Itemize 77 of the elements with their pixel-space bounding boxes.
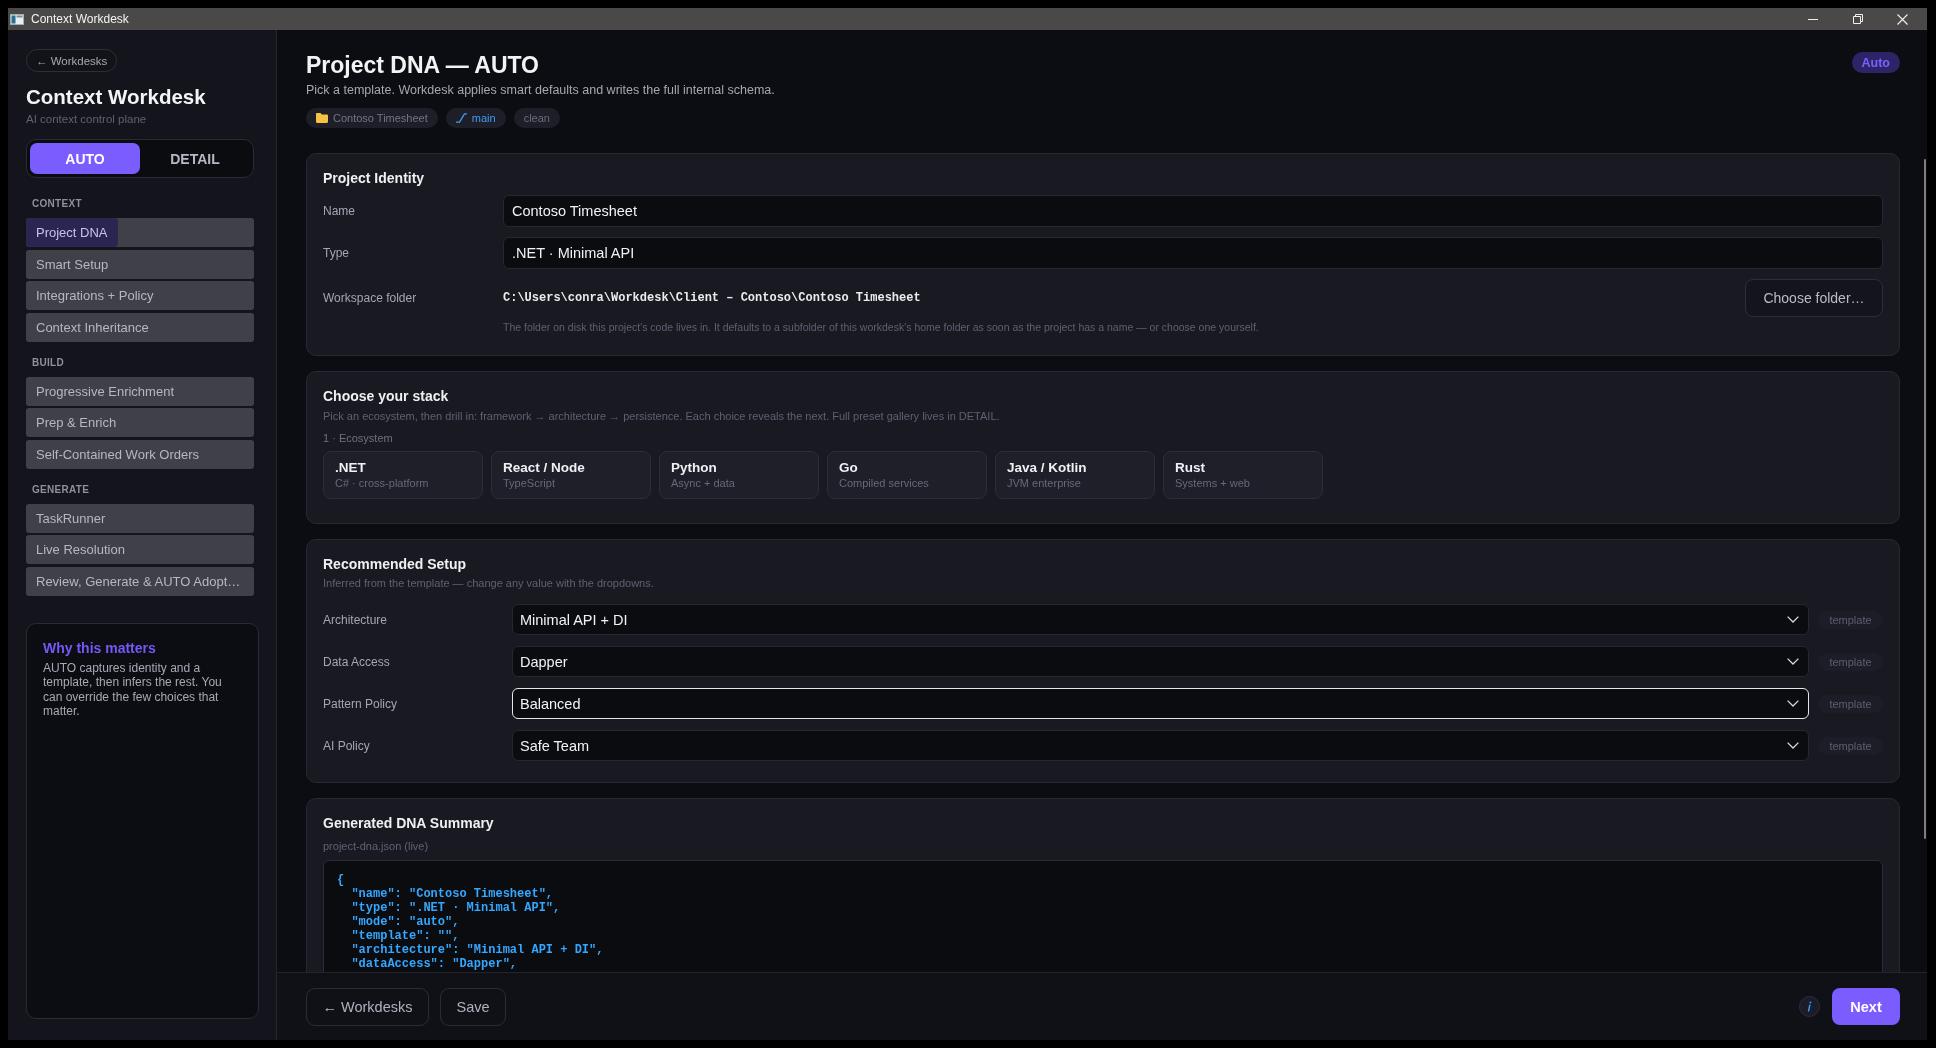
dropdown[interactable]: Minimal API + DI [512, 604, 1809, 635]
card-subtitle: Pick an ecosystem, then drill in: framework → architecture → persistence. Each choice reveals the next. Full preset gallery lives in DETAIL. [323, 408, 1001, 423]
app-title: Context Workdesk [26, 85, 207, 109]
chevron-down-icon [1787, 742, 1799, 749]
card-title: Project Identity [323, 169, 426, 187]
stack-option[interactable]: React / Node TypeScript [491, 450, 651, 499]
tag-label: Contoso Timesheet [333, 111, 428, 124]
field-label: Workspace folder [323, 291, 418, 305]
step-label: 1 · Ecosystem [323, 430, 394, 445]
sidebar-item[interactable]: Smart Setup [26, 249, 254, 279]
field-label: Name [323, 204, 356, 218]
next-button[interactable]: Next [1832, 988, 1900, 1025]
mode-badge: Auto [1851, 52, 1900, 73]
branch-icon [455, 112, 467, 123]
stack-option[interactable]: Rust Systems + web [1163, 450, 1323, 499]
sidebar-item[interactable]: Context Inheritance [26, 312, 254, 342]
app-subtitle: AI context control plane [26, 112, 148, 126]
close-icon[interactable] [1897, 13, 1908, 25]
status-tag: clean [513, 107, 560, 128]
field-label: Architecture [323, 612, 389, 627]
text-field[interactable]: Contoso Timesheet [503, 195, 1883, 227]
dropdown[interactable]: Balanced [512, 688, 1809, 719]
sidebar-item[interactable]: Live Resolution [26, 535, 254, 564]
app-icon [10, 13, 24, 25]
chevron-down-icon [1787, 616, 1799, 623]
chevron-down-icon [1787, 658, 1799, 665]
stack-option[interactable]: Python Async + data [659, 450, 819, 499]
sidebar-item[interactable]: Review, Generate & AUTO Adopt… [26, 566, 254, 596]
info-title: Why this matters [43, 639, 157, 657]
file-label: project-dna.json (live) [323, 839, 430, 853]
dropdown[interactable]: Safe Team [512, 730, 1809, 761]
field-label: Type [323, 246, 350, 260]
page-title: Project DNA — AUTO [306, 51, 540, 79]
sidebar-item[interactable]: Integrations + Policy [26, 281, 254, 310]
source-tag: template [1818, 694, 1883, 713]
json-code: { "name": "Contoso Timesheet", "type": ".NET · Minimal API", "mode": "auto", "template": "", "architecture": "Minimal API + DI", "dataAccess": "Dapper", [337, 873, 605, 971]
dropdown[interactable]: Dapper [512, 646, 1809, 677]
save-button[interactable]: Save [440, 987, 506, 1026]
stack-option[interactable]: .NET C# · cross-platform [323, 450, 483, 499]
sidebar-item[interactable]: TaskRunner [26, 503, 254, 533]
field-label: Pattern Policy [323, 696, 399, 711]
restore-icon[interactable] [1852, 14, 1863, 24]
help-text: The folder on disk this project's code lives in. It defaults to a subfolder of this workdesk's home folder as soon as the project has a name — or choose one yourself. [503, 320, 1260, 334]
stack-option[interactable]: Java / Kotlin JVM enterprise [995, 450, 1155, 499]
text-field[interactable]: .NET · Minimal API [503, 237, 1883, 269]
section-heading: BUILD [31, 356, 66, 369]
card-title: Generated DNA Summary [323, 815, 495, 832]
sidebar-item[interactable]: Progressive Enrichment [26, 376, 254, 406]
info-text: AUTO captures identity and a template, then infers the rest. You can override the few choices that matter. [43, 660, 223, 719]
minimize-icon[interactable] [1807, 18, 1818, 20]
choose-folder-button[interactable]: Choose folder… [1745, 279, 1883, 317]
chevron-down-icon [1787, 700, 1799, 707]
card-title: Recommended Setup [323, 555, 468, 573]
sidebar-item[interactable]: Prep & Enrich [26, 408, 254, 437]
section-heading: GENERATE [31, 483, 91, 496]
folder-icon [316, 112, 328, 123]
source-tag: template [1818, 736, 1883, 755]
field-label: Data Access [323, 654, 391, 669]
folder-path: C:\Users\conra\Workdesk\Client – Contoso\Contoso Timesheet [503, 291, 922, 305]
sidebar-item[interactable]: Self-Contained Work Orders [26, 439, 254, 469]
stack-option[interactable]: Go Compiled services [827, 450, 987, 499]
sidebar-item[interactable]: Project DNA [26, 218, 254, 247]
scrollbar-thumb[interactable] [1924, 159, 1926, 839]
source-tag: template [1818, 610, 1883, 629]
field-label: AI Policy [323, 738, 371, 753]
page-subtitle: Pick a template. Workdesk applies smart defaults and writes the full internal schema. [306, 81, 775, 98]
mode-tab[interactable]: DETAIL [140, 143, 250, 174]
tag-label: main [471, 111, 496, 124]
window-title: Context Workdesk [31, 12, 129, 26]
back-button[interactable]: ← Workdesks [26, 49, 118, 72]
source-tag: template [1818, 652, 1883, 671]
card-subtitle: Inferred from the template — change any value with the dropdowns. [323, 576, 655, 590]
section-heading: CONTEXT [31, 198, 83, 210]
card-title: Choose your stack [323, 388, 450, 405]
info-icon[interactable] [1799, 996, 1820, 1017]
mode-tab[interactable]: AUTO [30, 143, 140, 174]
back-button[interactable]: ← Workdesks [306, 987, 429, 1026]
